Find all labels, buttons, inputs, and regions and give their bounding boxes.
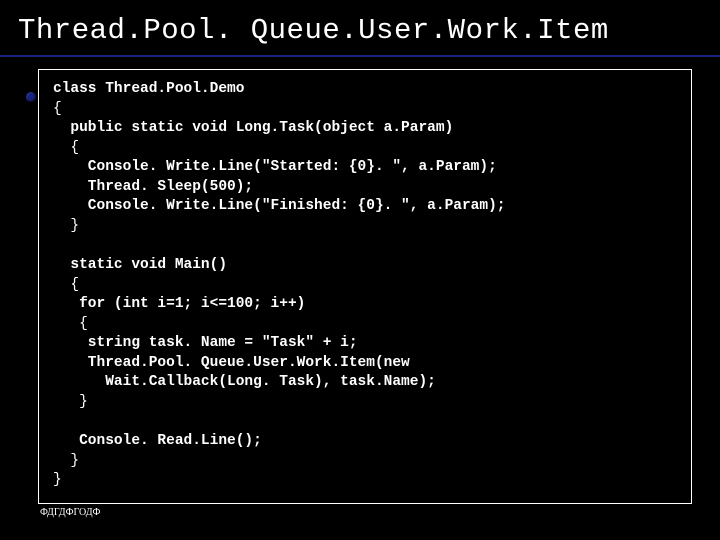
code-line: static void Main() xyxy=(53,257,227,273)
code-line: Console. Write.Line("Finished: {0}. ", a… xyxy=(53,198,505,214)
code-line: for (int i=1; i<=100; i++) xyxy=(53,296,305,312)
title-underline xyxy=(0,55,720,57)
code-line: { xyxy=(53,277,79,293)
slide-title: Thread.Pool. Queue.User.Work.Item xyxy=(0,0,720,55)
slide: Thread.Pool. Queue.User.Work.Item class … xyxy=(0,0,720,540)
code-box: class Thread.Pool.Demo { public static v… xyxy=(38,69,692,504)
code-line: Wait.Callback(Long. Task), task.Name); xyxy=(53,374,436,390)
code-line: Thread. Sleep(500); xyxy=(53,179,253,195)
code-line: } xyxy=(53,472,62,488)
code-line: string task. Name = "Task" + i; xyxy=(53,335,358,351)
code-line: Thread.Pool. Queue.User.Work.Item(new xyxy=(53,355,410,371)
code-line: { xyxy=(53,101,62,117)
bullet-icon xyxy=(26,92,36,102)
code-line: public static void Long.Task(object a.Pa… xyxy=(53,120,453,136)
code-content: class Thread.Pool.Demo { public static v… xyxy=(53,80,677,491)
code-line: { xyxy=(53,316,88,332)
code-line: } xyxy=(53,453,79,469)
code-line: Console. Write.Line("Started: {0}. ", a.… xyxy=(53,159,497,175)
code-line: class Thread.Pool.Demo xyxy=(53,81,244,97)
code-line: Console. Read.Line(); xyxy=(53,433,262,449)
footer-text: ФДГДФГОДФ xyxy=(40,507,100,518)
code-line: { xyxy=(53,140,79,156)
code-line: } xyxy=(53,218,79,234)
code-line: } xyxy=(53,394,88,410)
